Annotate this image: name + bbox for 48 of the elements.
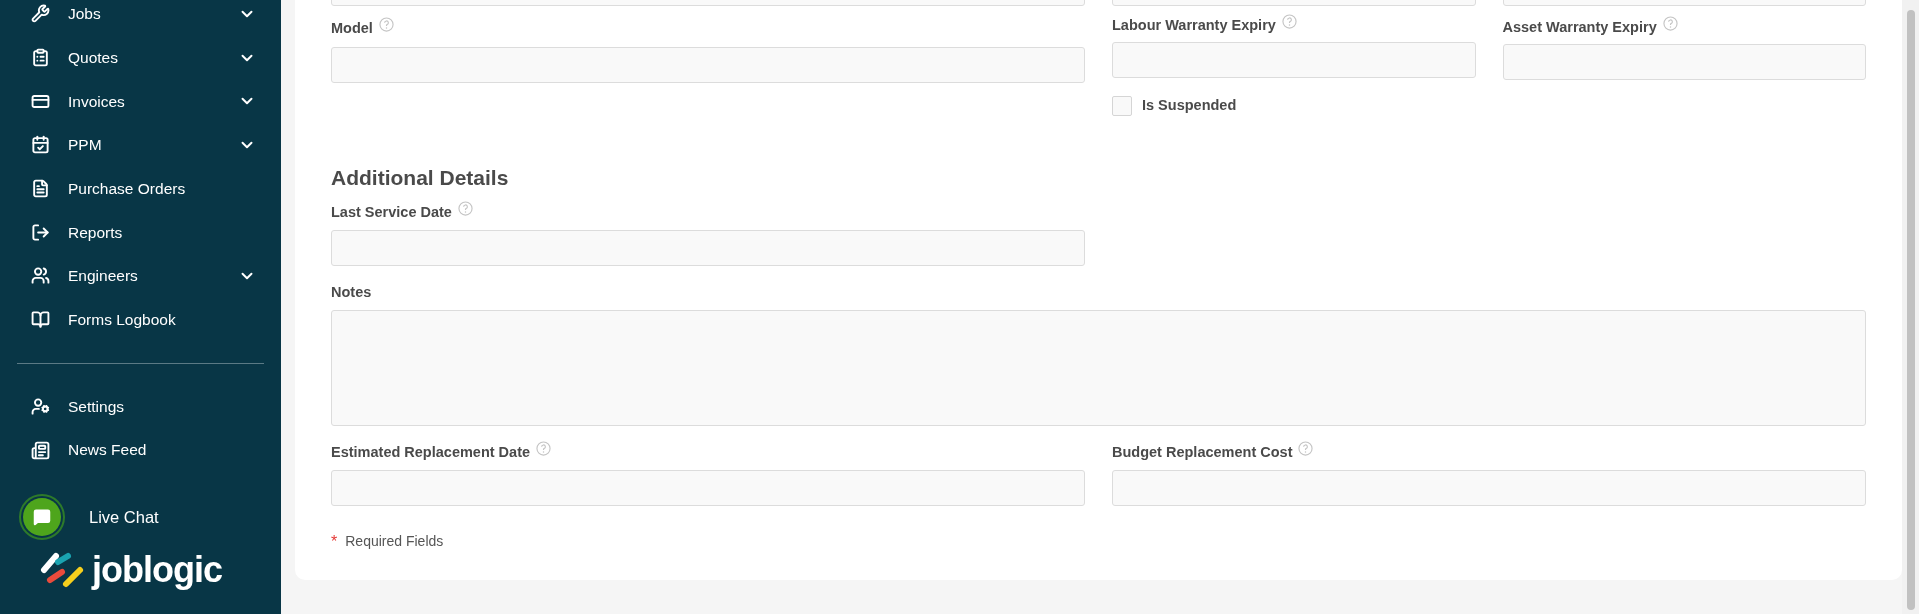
field-label: Last Service Date <box>331 202 452 222</box>
field-label: Asset Warranty Expiry <box>1502 18 1657 37</box>
help-icon[interactable] <box>1298 440 1314 456</box>
nav-item[interactable]: PPM <box>0 123 281 167</box>
nav-item[interactable]: Reports <box>0 210 281 255</box>
input-field[interactable] <box>331 469 1085 506</box>
input-field[interactable] <box>331 47 1085 83</box>
notes-field[interactable] <box>331 309 1866 426</box>
required-mark: * <box>331 531 338 552</box>
nav-item[interactable]: News Feed <box>0 428 281 472</box>
wrench-icon <box>31 4 50 24</box>
help-icon[interactable] <box>378 17 394 32</box>
document-icon <box>31 179 50 199</box>
live-chat-link[interactable]: Live Chat <box>89 504 159 530</box>
help-icon[interactable] <box>457 200 473 216</box>
newspaper-icon <box>31 440 50 460</box>
help-icon[interactable] <box>536 440 552 456</box>
field-label: Labour Warranty Expiry <box>1112 16 1276 35</box>
user-gear-icon <box>31 396 50 416</box>
field-label: Budget Replacement Cost <box>1112 442 1293 462</box>
scrollbar[interactable] <box>1902 0 1919 614</box>
required-note: Required Fields <box>345 532 444 552</box>
nav-item[interactable]: Forms Logbook <box>0 297 281 342</box>
field-label: Estimated Replacement Date <box>331 442 531 462</box>
clipboard-icon <box>31 48 50 68</box>
field-label: Model <box>331 19 373 38</box>
nav-item[interactable]: Purchase Orders <box>0 166 281 211</box>
section-heading: Additional Details <box>331 164 510 191</box>
nav-item[interactable]: Jobs <box>0 0 281 36</box>
input-field[interactable] <box>331 229 1085 266</box>
field-label: Notes <box>331 282 372 302</box>
exit-icon <box>31 222 50 242</box>
checkbox[interactable] <box>1112 95 1132 116</box>
calendar-check-icon <box>31 135 50 155</box>
help-icon[interactable] <box>1281 14 1297 29</box>
logo-text: joblogic <box>92 551 222 588</box>
help-icon[interactable] <box>1662 16 1678 31</box>
people-icon <box>31 266 50 286</box>
chat-icon[interactable] <box>19 493 65 540</box>
input-field[interactable] <box>1112 469 1866 506</box>
book-icon <box>31 310 50 330</box>
nav-item[interactable]: Invoices <box>0 79 281 124</box>
nav-item[interactable]: Quotes <box>0 35 281 80</box>
nav-item[interactable]: Engineers <box>0 254 281 298</box>
nav-item[interactable]: Settings <box>0 384 281 429</box>
checkbox-label: Is Suspended <box>1142 96 1237 115</box>
input-field[interactable] <box>1502 44 1866 80</box>
input-field[interactable] <box>1112 42 1476 78</box>
